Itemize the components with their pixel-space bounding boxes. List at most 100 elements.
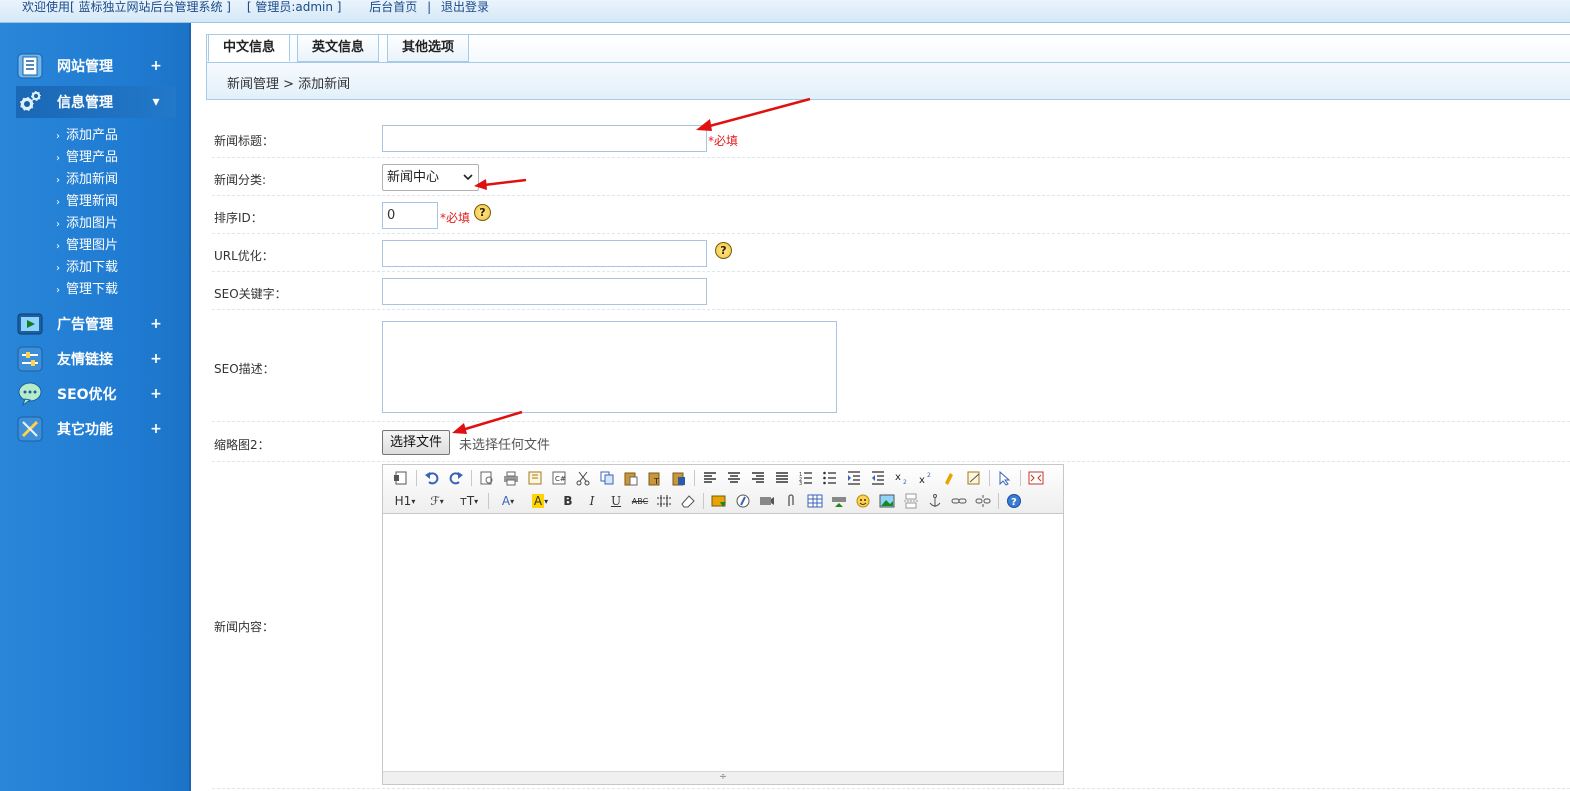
insert-row-icon[interactable]	[827, 490, 851, 512]
submenu-manage-image[interactable]: › 管理图片	[56, 235, 176, 257]
fullscreen-icon[interactable]	[1024, 467, 1048, 489]
seo-description-textarea[interactable]	[382, 321, 837, 413]
strikethrough-button[interactable]: ABC	[628, 490, 652, 512]
menu-ad-management[interactable]: 广告管理 +	[16, 308, 176, 340]
superscript-icon[interactable]: x2	[914, 467, 938, 489]
redo-icon[interactable]	[444, 467, 468, 489]
indent-icon[interactable]	[842, 467, 866, 489]
collapse-icon[interactable]: ▾	[147, 94, 165, 110]
menu-friend-links[interactable]: 友情链接 +	[16, 343, 176, 375]
sidebar: 网站管理 + 信息管理 ▾ › 添加产品 › 管理产品 › 添加新闻 › 管理新闻 › 添…	[0, 23, 191, 791]
hr-icon[interactable]	[652, 490, 676, 512]
table-icon[interactable]	[803, 490, 827, 512]
submenu-label: 管理新闻	[66, 194, 119, 209]
anchor-icon[interactable]	[923, 490, 947, 512]
tab-chinese-info[interactable]: 中文信息	[208, 34, 291, 62]
title-input[interactable]	[382, 125, 707, 152]
font-color-dropdown[interactable]: A ▾	[492, 490, 524, 512]
expand-icon[interactable]: +	[147, 58, 165, 74]
category-select[interactable]: 新闻中心	[382, 164, 479, 191]
home-link[interactable]: 后台首页	[369, 0, 417, 14]
file-status-text: 未选择任何文件	[459, 438, 551, 453]
paste-icon[interactable]	[619, 467, 643, 489]
paste-word-icon[interactable]	[667, 467, 691, 489]
cursor-icon[interactable]	[993, 467, 1017, 489]
arrow-right-icon: ›	[56, 285, 60, 296]
bg-color-dropdown[interactable]: A ▾	[524, 490, 556, 512]
undo-icon[interactable]	[420, 467, 444, 489]
media-icon[interactable]	[755, 490, 779, 512]
expand-icon[interactable]: +	[147, 316, 165, 332]
tab-english-info[interactable]: 英文信息	[297, 34, 380, 62]
align-justify-icon[interactable]	[770, 467, 794, 489]
italic-button[interactable]: I	[580, 490, 604, 512]
arrow-right-icon: ›	[56, 131, 60, 142]
attachment-icon[interactable]	[779, 490, 803, 512]
emoticon-icon[interactable]	[851, 490, 875, 512]
page-break-icon[interactable]	[899, 490, 923, 512]
help-circle-icon[interactable]: ?	[1002, 490, 1026, 512]
submenu-label: 添加下载	[66, 260, 119, 275]
submenu-add-image[interactable]: › 添加图片	[56, 213, 176, 235]
tab-other-options[interactable]: 其他选项	[387, 34, 470, 62]
cut-icon[interactable]	[571, 467, 595, 489]
eraser-icon[interactable]	[676, 490, 700, 512]
expand-icon[interactable]: +	[147, 386, 165, 402]
preview-icon[interactable]	[475, 467, 499, 489]
choose-file-button[interactable]: 选择文件	[382, 430, 451, 455]
font-color-label: A	[501, 494, 511, 508]
clear-format-icon[interactable]	[938, 467, 962, 489]
submenu-manage-product[interactable]: › 管理产品	[56, 147, 176, 169]
chat-bubble-icon	[16, 380, 44, 408]
toolbar-row-1: C# T 123 x2 x2	[389, 467, 1048, 489]
submenu-manage-news[interactable]: › 管理新闻	[56, 191, 176, 213]
menu-seo[interactable]: SEO优化 +	[16, 378, 176, 410]
svg-text:2: 2	[927, 472, 931, 479]
submenu-add-news[interactable]: › 添加新闻	[56, 169, 176, 191]
bold-button[interactable]: B	[556, 490, 580, 512]
link-icon[interactable]	[947, 490, 971, 512]
help-icon[interactable]: ?	[474, 204, 491, 221]
align-center-icon[interactable]	[722, 467, 746, 489]
expand-icon[interactable]: +	[147, 421, 165, 437]
underline-button[interactable]: U	[604, 490, 628, 512]
outdent-icon[interactable]	[866, 467, 890, 489]
copy-icon[interactable]	[595, 467, 619, 489]
submenu-add-product[interactable]: › 添加产品	[56, 125, 176, 147]
seo-keywords-input[interactable]	[382, 278, 707, 305]
unordered-list-icon[interactable]	[818, 467, 842, 489]
subscript-icon[interactable]: x2	[890, 467, 914, 489]
font-size-dropdown[interactable]: тT ▾	[453, 490, 485, 512]
unlink-icon[interactable]	[971, 490, 995, 512]
editor-resize-handle[interactable]: ÷	[383, 771, 1063, 784]
template-icon[interactable]	[523, 467, 547, 489]
info-submenu: › 添加产品 › 管理产品 › 添加新闻 › 管理新闻 › 添加图片 › 管理图片 › 添加下…	[56, 125, 176, 301]
help-icon[interactable]: ?	[715, 242, 732, 259]
svg-text:2: 2	[903, 479, 907, 486]
logout-link[interactable]: 退出登录	[441, 0, 489, 14]
menu-info-management[interactable]: 信息管理 ▾	[16, 86, 176, 118]
menu-other-functions[interactable]: 其它功能 +	[16, 413, 176, 445]
submenu-add-download[interactable]: › 添加下载	[56, 257, 176, 279]
expand-icon[interactable]: +	[147, 351, 165, 367]
flash-icon[interactable]	[731, 490, 755, 512]
paste-text-icon[interactable]: T	[643, 467, 667, 489]
seo-keywords-label: SEO关键字：	[214, 287, 287, 301]
select-all-icon[interactable]	[962, 467, 986, 489]
ordered-list-icon[interactable]: 123	[794, 467, 818, 489]
menu-site-management[interactable]: 网站管理 +	[16, 50, 176, 82]
font-family-dropdown[interactable]: ℱ ▾	[421, 490, 453, 512]
sort-id-input[interactable]: 0	[382, 202, 438, 229]
editor-content-area[interactable]	[383, 514, 1063, 772]
submenu-manage-download[interactable]: › 管理下载	[56, 279, 176, 301]
align-right-icon[interactable]	[746, 467, 770, 489]
code-icon[interactable]: C#	[547, 467, 571, 489]
heading-dropdown[interactable]: H1 ▾	[389, 490, 421, 512]
image-manager-icon[interactable]	[875, 490, 899, 512]
align-left-icon[interactable]	[698, 467, 722, 489]
print-icon[interactable]	[499, 467, 523, 489]
url-input[interactable]	[382, 240, 707, 267]
insert-image-icon[interactable]	[707, 490, 731, 512]
source-icon[interactable]	[389, 467, 413, 489]
category-label: 新闻分类:	[214, 173, 267, 187]
